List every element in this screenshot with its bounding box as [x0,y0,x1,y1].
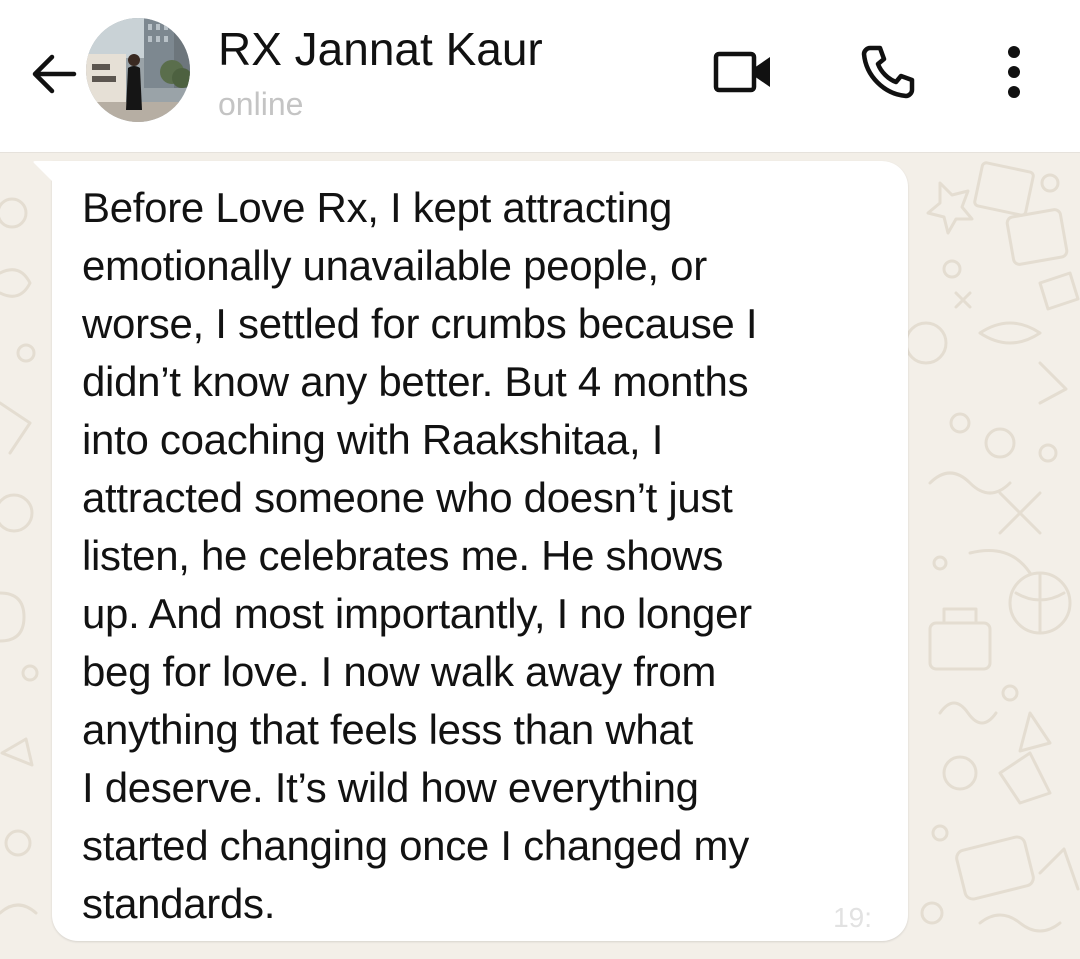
more-options-button[interactable] [978,36,1050,108]
contact-name[interactable]: RX Jannat Kaur [218,22,543,76]
chat-area[interactable]: Before Love Rx, I kept attracting emotio… [0,153,1080,959]
chat-header: RX Jannat Kaur online [0,0,1080,153]
video-call-button[interactable] [708,36,780,108]
presence-status: online [218,86,304,122]
voice-call-button[interactable] [852,36,924,108]
video-camera-icon [713,51,770,93]
back-button[interactable] [14,34,94,114]
phone-icon [861,45,915,99]
arrow-left-icon [32,54,77,94]
message-time: 19: [833,902,872,933]
avatar[interactable] [86,18,190,122]
incoming-message-bubble[interactable]: Before Love Rx, I kept attracting emotio… [33,161,908,941]
more-vertical-icon [1008,46,1020,98]
bubble-tail [33,161,54,183]
message-text: Before Love Rx, I kept attracting emotio… [82,184,758,927]
